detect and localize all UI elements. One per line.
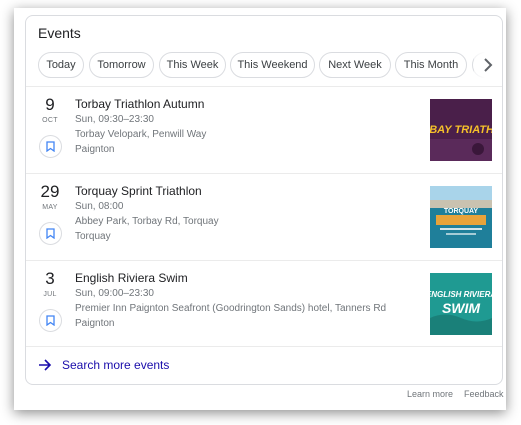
event-venue: Torbay Velopark, Penwill Way: [75, 129, 207, 140]
save-event-button[interactable]: [39, 135, 62, 158]
bookmark-icon: [46, 141, 55, 152]
event-town: Paignton: [75, 144, 115, 155]
event-month: JUL: [43, 291, 57, 298]
chip-this-week[interactable]: This Week: [159, 52, 226, 78]
chip-this-month[interactable]: This Month: [395, 52, 467, 78]
event-thumbnail[interactable]: ENGLISH RIVIERA SWIM: [430, 273, 492, 335]
event-thumbnail[interactable]: TORQUAY: [430, 186, 492, 248]
event-poster-image: ENGLISH RIVIERA SWIM: [430, 273, 492, 335]
event-day: 3: [45, 269, 55, 288]
bookmark-icon: [46, 315, 55, 326]
event-day: 29: [40, 182, 60, 201]
event-name[interactable]: English Riviera Swim: [75, 271, 188, 285]
arrow-right-icon: [39, 359, 52, 371]
event-name[interactable]: Torbay Triathlon Autumn: [75, 97, 204, 111]
event-time: Sun, 08:00: [75, 201, 124, 212]
event-venue: Abbey Park, Torbay Rd, Torquay: [75, 216, 219, 227]
save-event-button[interactable]: [39, 309, 62, 332]
learn-more-link[interactable]: Learn more: [407, 389, 453, 399]
event-venue: Premier Inn Paignton Seafront (Goodringt…: [75, 303, 387, 314]
poster-text: SWIM: [442, 300, 480, 316]
event-time: Sun, 09:30–23:30: [75, 114, 154, 125]
poster-text: ENGLISH RIVIERA: [430, 290, 492, 299]
events-card: Events Today Tomorrow This Week This Wee…: [25, 15, 503, 385]
event-poster-image: TORQUAY: [430, 186, 492, 248]
poster-text: RBAY TRIATHL: [430, 124, 492, 136]
chip-this-weekend[interactable]: This Weekend: [230, 52, 315, 78]
event-month: MAY: [42, 204, 58, 211]
event-town: Paignton: [75, 318, 115, 329]
search-more-label: Search more events: [62, 358, 170, 372]
chips-scroll-next-button[interactable]: [474, 52, 502, 78]
chip-tomorrow[interactable]: Tomorrow: [89, 52, 154, 78]
save-event-button[interactable]: [39, 222, 62, 245]
events-title: Events: [38, 25, 81, 41]
event-town: Torquay: [75, 231, 111, 242]
chip-next-week[interactable]: Next Week: [319, 52, 391, 78]
event-month: OCT: [42, 117, 58, 124]
chip-today[interactable]: Today: [38, 52, 84, 78]
poster-text: TORQUAY: [444, 208, 479, 215]
event-item[interactable]: 9 OCT Torbay Triathlon Autumn Sun, 09:30…: [26, 87, 502, 173]
event-poster-image: RBAY TRIATHL: [430, 99, 492, 161]
divider: [26, 346, 502, 347]
chevron-right-icon: [484, 58, 493, 72]
bookmark-icon: [46, 228, 55, 239]
event-item[interactable]: 29 MAY Torquay Sprint Triathlon Sun, 08:…: [26, 174, 502, 260]
event-day: 9: [45, 95, 55, 114]
event-name[interactable]: Torquay Sprint Triathlon: [75, 184, 202, 198]
feedback-link[interactable]: Feedback: [464, 389, 504, 399]
date-filter-chips: Today Tomorrow This Week This Weekend Ne…: [38, 52, 494, 78]
event-item[interactable]: 3 JUL English Riviera Swim Sun, 09:00–23…: [26, 261, 502, 347]
event-time: Sun, 09:00–23:30: [75, 288, 154, 299]
search-more-events-link[interactable]: Search more events: [38, 356, 169, 374]
event-thumbnail[interactable]: RBAY TRIATHL: [430, 99, 492, 161]
